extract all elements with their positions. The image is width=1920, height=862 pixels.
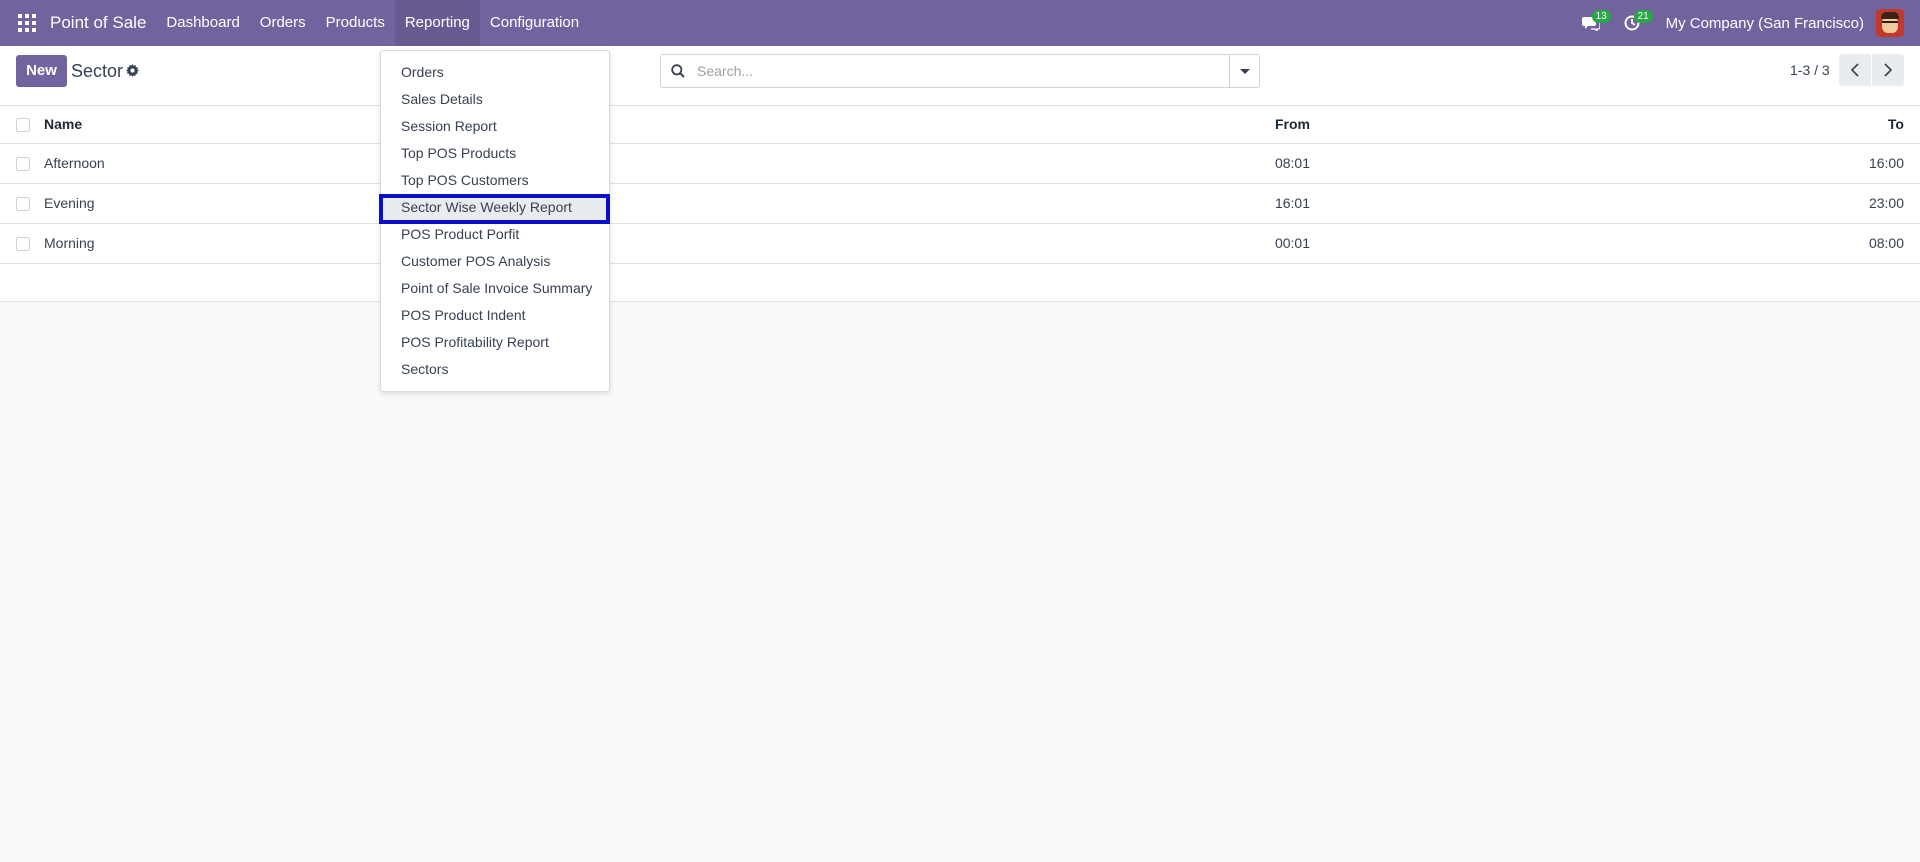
menu-item-top-pos-products[interactable]: Top POS Products bbox=[381, 140, 609, 167]
table-footer bbox=[0, 264, 1920, 302]
column-header-from[interactable]: From bbox=[1275, 116, 1310, 132]
pager-next-button[interactable] bbox=[1872, 54, 1904, 86]
activities-button[interactable]: 21 bbox=[1624, 10, 1653, 33]
messages-button[interactable]: 13 bbox=[1581, 10, 1611, 33]
menu-orders[interactable]: Orders bbox=[250, 0, 316, 46]
cell-from: 08:01 bbox=[1274, 155, 1310, 171]
cell-to: 23:00 bbox=[1868, 195, 1904, 211]
messages-badge: 13 bbox=[1591, 10, 1611, 23]
breadcrumb-title: Sector bbox=[71, 61, 124, 81]
row-checkbox[interactable] bbox=[16, 237, 30, 251]
cell-name: Morning bbox=[44, 235, 95, 251]
row-checkbox[interactable] bbox=[16, 157, 30, 171]
top-navbar: Point of Sale Dashboard Orders Products … bbox=[0, 0, 1920, 46]
app-grid-icon[interactable] bbox=[18, 14, 36, 32]
cell-from: 16:01 bbox=[1274, 195, 1310, 211]
chevron-right-icon bbox=[1884, 63, 1893, 77]
cell-to: 08:00 bbox=[1868, 235, 1904, 251]
column-header-name[interactable]: Name bbox=[44, 116, 82, 132]
menu-item-pos-product-indent[interactable]: POS Product Indent bbox=[381, 302, 609, 329]
menu-item-pos-invoice-summary[interactable]: Point of Sale Invoice Summary bbox=[381, 275, 609, 302]
highlight-box bbox=[379, 194, 610, 224]
caret-down-icon bbox=[1240, 69, 1250, 74]
pager-value[interactable]: 1-3 / 3 bbox=[1790, 62, 1830, 78]
cell-name: Evening bbox=[44, 195, 95, 211]
menu-products[interactable]: Products bbox=[316, 0, 395, 46]
company-switcher[interactable]: My Company (San Francisco) bbox=[1666, 15, 1864, 32]
search-icon bbox=[671, 64, 685, 78]
pager-previous-button[interactable] bbox=[1839, 54, 1871, 86]
cell-to: 16:00 bbox=[1868, 155, 1904, 171]
menu-item-orders[interactable]: Orders bbox=[381, 59, 609, 86]
menu-dashboard[interactable]: Dashboard bbox=[156, 0, 249, 46]
column-header-to[interactable]: To bbox=[1888, 116, 1904, 132]
gear-icon[interactable] bbox=[126, 64, 139, 77]
table-row[interactable]: Morning 00:01 08:00 bbox=[0, 224, 1920, 264]
table-row[interactable]: Afternoon 08:01 16:00 bbox=[0, 144, 1920, 184]
cell-from: 00:01 bbox=[1274, 235, 1310, 251]
search-options-toggle[interactable] bbox=[1229, 55, 1259, 87]
menu-item-sales-details[interactable]: Sales Details bbox=[381, 86, 609, 113]
table-header: Name From To bbox=[0, 106, 1920, 144]
main-menu: Dashboard Orders Products Reporting Conf… bbox=[156, 0, 589, 46]
new-button[interactable]: New bbox=[16, 55, 67, 87]
menu-reporting[interactable]: Reporting bbox=[394, 0, 480, 46]
user-avatar[interactable] bbox=[1876, 9, 1904, 37]
select-all-checkbox[interactable] bbox=[16, 118, 30, 132]
cell-name: Afternoon bbox=[44, 155, 105, 171]
chevron-left-icon bbox=[1850, 63, 1859, 77]
menu-item-pos-profitability-report[interactable]: POS Profitability Report bbox=[381, 329, 609, 356]
sector-list-table: Name From To Afternoon 08:01 16:00 Eveni… bbox=[0, 106, 1920, 302]
activities-badge: 21 bbox=[1633, 10, 1653, 23]
menu-item-session-report[interactable]: Session Report bbox=[381, 113, 609, 140]
app-brand[interactable]: Point of Sale bbox=[50, 13, 146, 33]
menu-item-pos-product-porfit[interactable]: POS Product Porfit bbox=[381, 221, 609, 248]
menu-configuration[interactable]: Configuration bbox=[480, 0, 589, 46]
control-panel: New Sector 1-3 / 3 bbox=[0, 46, 1920, 106]
table-row[interactable]: Evening 16:01 23:00 bbox=[0, 184, 1920, 224]
menu-item-customer-pos-analysis[interactable]: Customer POS Analysis bbox=[381, 248, 609, 275]
search-bar bbox=[660, 54, 1260, 88]
menu-item-sectors[interactable]: Sectors bbox=[381, 356, 609, 383]
menu-item-top-pos-customers[interactable]: Top POS Customers bbox=[381, 167, 609, 194]
row-checkbox[interactable] bbox=[16, 197, 30, 211]
search-input[interactable] bbox=[697, 55, 1217, 87]
